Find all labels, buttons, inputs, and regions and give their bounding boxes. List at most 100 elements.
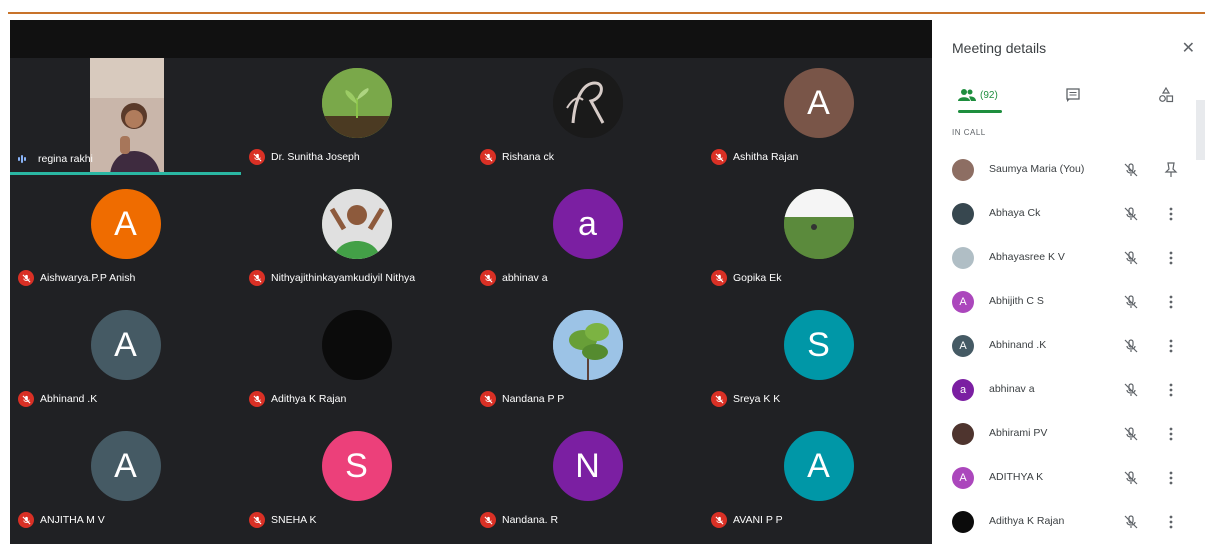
mic-off-icon	[480, 270, 496, 286]
participant-row[interactable]: Saumya Maria (You)	[932, 148, 1205, 192]
participant-tile[interactable]: S SNEHA K	[241, 421, 472, 538]
participant-tile[interactable]: Rishana ck	[472, 58, 703, 175]
chat-icon	[1066, 88, 1080, 102]
participant-row[interactable]: A Abhijith C S	[932, 280, 1205, 324]
mic-off-icon[interactable]	[1122, 205, 1140, 223]
participant-name: Adithya K Rajan	[989, 515, 1065, 527]
participant-tile[interactable]: A Abhinand .K	[10, 300, 241, 417]
speaking-indicator-icon	[18, 154, 32, 164]
people-icon	[958, 89, 976, 101]
mic-off-icon[interactable]	[1122, 293, 1140, 311]
mic-off-icon[interactable]	[1122, 425, 1140, 443]
participant-name: ADITHYA K	[989, 471, 1044, 483]
activities-icon	[1159, 87, 1174, 103]
participant-tile[interactable]: A ANJITHA M V	[10, 421, 241, 538]
participant-tile[interactable]: A AVANI P P	[703, 421, 934, 538]
camera-feed	[90, 58, 164, 175]
participant-label: Dr. Sunitha Joseph	[249, 149, 360, 165]
participant-name: SNEHA K	[271, 514, 317, 526]
participant-tile[interactable]: Nandana P P	[472, 300, 703, 417]
participant-label: Aishwarya.P.P Anish	[18, 270, 135, 286]
participant-row[interactable]: A ADITHYA K	[932, 456, 1205, 500]
close-icon[interactable]: ✕	[1182, 38, 1195, 58]
mic-off-icon	[711, 391, 727, 407]
participant-tile[interactable]: Nithyajithinkayamkudiyil Nithya	[241, 179, 472, 296]
panel-title: Meeting details	[952, 40, 1047, 56]
mic-off-icon[interactable]	[1122, 249, 1140, 267]
mic-off-icon[interactable]	[1122, 161, 1140, 179]
mic-off-icon[interactable]	[1122, 337, 1140, 355]
more-options-icon[interactable]	[1162, 381, 1180, 399]
tab-chat[interactable]	[1066, 78, 1080, 112]
participant-avatar	[321, 310, 392, 380]
meeting-details-panel: Meeting details ✕ (92) IN CALL Saumya Ma…	[932, 20, 1205, 544]
participant-name: Nandana P P	[502, 393, 565, 405]
participant-label: Gopika Ek	[711, 270, 781, 286]
mic-off-icon	[480, 512, 496, 528]
more-options-icon[interactable]	[1162, 513, 1180, 531]
participant-name: Gopika Ek	[733, 272, 782, 284]
mic-off-icon[interactable]	[1122, 469, 1140, 487]
more-options-icon[interactable]	[1162, 205, 1180, 223]
avatar: a	[952, 379, 974, 401]
panel-scrollbar[interactable]	[1196, 100, 1205, 160]
participant-row[interactable]: Abhirami PV	[932, 412, 1205, 456]
tab-people[interactable]: (92)	[958, 78, 998, 112]
more-options-icon[interactable]	[1162, 337, 1180, 355]
participant-name: Ashitha Rajan	[733, 151, 799, 163]
in-call-label: IN CALL	[952, 128, 986, 137]
more-options-icon[interactable]	[1162, 469, 1180, 487]
mic-off-icon	[249, 270, 265, 286]
participant-row[interactable]: Adithya K Rajan	[932, 500, 1205, 544]
participant-tile[interactable]: S Sreya K K	[703, 300, 934, 417]
participant-name: Abhinand .K	[40, 393, 98, 405]
participant-avatar: S	[321, 431, 392, 501]
participant-tile[interactable]: Dr. Sunitha Joseph	[241, 58, 472, 175]
more-options-icon[interactable]	[1162, 425, 1180, 443]
mic-off-icon	[480, 391, 496, 407]
participant-name: abhinav a	[502, 272, 548, 284]
participant-tile[interactable]: Adithya K Rajan	[241, 300, 472, 417]
pin-icon[interactable]	[1162, 161, 1180, 179]
participant-tile[interactable]: regina rakhi	[10, 58, 241, 175]
avatar	[952, 159, 974, 181]
mic-off-icon[interactable]	[1122, 513, 1140, 531]
participant-avatar: N	[552, 431, 623, 501]
participant-tile[interactable]: A Ashitha Rajan	[703, 58, 934, 175]
participant-row[interactable]: a abhinav a	[932, 368, 1205, 412]
participant-label: Nandana P P	[480, 391, 564, 407]
avatar: A	[952, 467, 974, 489]
more-options-icon[interactable]	[1162, 293, 1180, 311]
participant-name: Abhayasree K V	[989, 251, 1065, 263]
tab-active-indicator	[958, 110, 1002, 113]
participant-row[interactable]: Abhayasree K V	[932, 236, 1205, 280]
mic-off-icon	[249, 149, 265, 165]
mic-off-icon	[18, 391, 34, 407]
participant-tile[interactable]: N Nandana. R	[472, 421, 703, 538]
participant-row[interactable]: Abhaya Ck	[932, 192, 1205, 236]
participant-name: Abhinand .K	[989, 339, 1047, 351]
participant-label: ANJITHA M V	[18, 512, 105, 528]
participant-label: Nithyajithinkayamkudiyil Nithya	[249, 270, 415, 286]
participant-tile[interactable]: A Aishwarya.P.P Anish	[10, 179, 241, 296]
mic-off-icon	[249, 391, 265, 407]
participant-avatar: A	[90, 431, 161, 501]
mic-off-icon[interactable]	[1122, 381, 1140, 399]
participant-avatar	[321, 189, 392, 259]
avatar: A	[952, 291, 974, 313]
participant-name: Aishwarya.P.P Anish	[40, 272, 136, 284]
participant-tile[interactable]: Gopika Ek	[703, 179, 934, 296]
participant-avatar	[552, 310, 623, 380]
participant-name: Sreya K K	[733, 393, 781, 405]
more-options-icon[interactable]	[1162, 249, 1180, 267]
participant-label: Sreya K K	[711, 391, 780, 407]
avatar	[952, 423, 974, 445]
video-grid: regina rakhi Dr. Sunitha Joseph Rishana ck…	[10, 20, 932, 544]
tab-activities[interactable]	[1158, 78, 1174, 112]
participant-row[interactable]: A Abhinand .K	[932, 324, 1205, 368]
people-count: (92)	[980, 89, 998, 101]
participant-tile[interactable]: a abhinav a	[472, 179, 703, 296]
mic-off-icon	[711, 149, 727, 165]
participant-name: Abhijith C S	[989, 295, 1044, 307]
mic-off-icon	[18, 512, 34, 528]
